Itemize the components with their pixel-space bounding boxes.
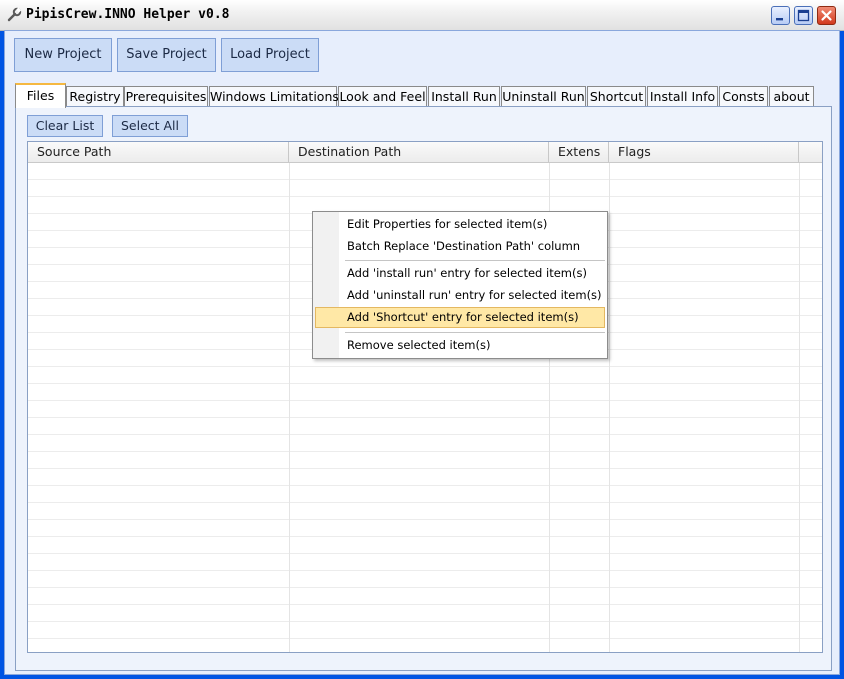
menu-item-batch-replace[interactable]: Batch Replace 'Destination Path' column: [315, 236, 605, 257]
files-panel: Clear List Select All Source Path Destin…: [15, 106, 832, 671]
table-row[interactable]: [28, 384, 822, 401]
tab-install-run[interactable]: Install Run: [428, 86, 500, 107]
menu-separator: [345, 332, 605, 333]
menu-item-edit-properties[interactable]: Edit Properties for selected item(s): [315, 214, 605, 235]
table-row[interactable]: [28, 418, 822, 435]
table-row[interactable]: [28, 401, 822, 418]
table-row[interactable]: [28, 469, 822, 486]
clear-list-button[interactable]: Clear List: [27, 115, 103, 137]
table-row[interactable]: [28, 452, 822, 469]
table-row[interactable]: [28, 486, 822, 503]
tab-install-info[interactable]: Install Info: [647, 86, 718, 107]
table-row[interactable]: [28, 537, 822, 554]
menu-item-add-shortcut[interactable]: Add 'Shortcut' entry for selected item(s…: [315, 307, 605, 328]
minimize-icon: [776, 18, 783, 21]
tab-registry[interactable]: Registry: [66, 86, 124, 107]
column-divider: [289, 163, 290, 652]
tab-uninstall-run[interactable]: Uninstall Run: [501, 86, 586, 107]
close-icon: [821, 10, 832, 21]
table-row[interactable]: [28, 571, 822, 588]
tab-files[interactable]: Files: [15, 83, 66, 108]
column-divider: [799, 163, 800, 652]
new-project-button[interactable]: New Project: [14, 38, 112, 72]
table-row[interactable]: [28, 163, 822, 180]
table-row[interactable]: [28, 180, 822, 197]
column-divider: [609, 163, 610, 652]
tab-shortcut[interactable]: Shortcut: [587, 86, 646, 107]
table-row[interactable]: [28, 622, 822, 639]
tab-prerequisites[interactable]: Prerequisites: [124, 86, 208, 107]
menu-separator: [345, 260, 605, 261]
table-row[interactable]: [28, 554, 822, 571]
close-button[interactable]: [817, 6, 836, 25]
app-window: PipisCrew.INNO Helper v0.8 New Project S…: [0, 0, 844, 679]
menu-item-remove-selected[interactable]: Remove selected item(s): [315, 335, 605, 356]
maximize-button[interactable]: [794, 6, 813, 25]
table-header: Source Path Destination Path Extens Flag…: [28, 142, 822, 163]
minimize-button[interactable]: [771, 6, 790, 25]
load-project-button[interactable]: Load Project: [221, 38, 319, 72]
table-row[interactable]: [28, 588, 822, 605]
tab-windows-limitations[interactable]: Windows Limitations: [209, 86, 339, 107]
table-row[interactable]: [28, 435, 822, 452]
select-all-button[interactable]: Select All: [112, 115, 188, 137]
column-header-extens[interactable]: Extens: [549, 142, 609, 162]
maximize-icon: [797, 9, 810, 22]
window-title: PipisCrew.INNO Helper v0.8: [26, 7, 230, 22]
title-bar[interactable]: PipisCrew.INNO Helper v0.8: [0, 0, 844, 31]
menu-item-add-install-run[interactable]: Add 'install run' entry for selected ite…: [315, 263, 605, 284]
save-project-button[interactable]: Save Project: [117, 38, 216, 72]
tab-about[interactable]: about: [769, 86, 814, 107]
context-menu: Edit Properties for selected item(s) Bat…: [312, 211, 608, 359]
table-row[interactable]: [28, 639, 822, 652]
tab-consts[interactable]: Consts: [719, 86, 768, 107]
table-row[interactable]: [28, 367, 822, 384]
menu-item-add-uninstall-run[interactable]: Add 'uninstall run' entry for selected i…: [315, 285, 605, 306]
table-row[interactable]: [28, 520, 822, 537]
column-header-source-path[interactable]: Source Path: [28, 142, 289, 162]
tab-look-and-feel[interactable]: Look and Feel: [338, 86, 427, 107]
wrench-icon: [7, 7, 22, 22]
table-row[interactable]: [28, 503, 822, 520]
column-header-destination-path[interactable]: Destination Path: [289, 142, 549, 162]
table-row[interactable]: [28, 605, 822, 622]
column-header-flags[interactable]: Flags: [609, 142, 799, 162]
